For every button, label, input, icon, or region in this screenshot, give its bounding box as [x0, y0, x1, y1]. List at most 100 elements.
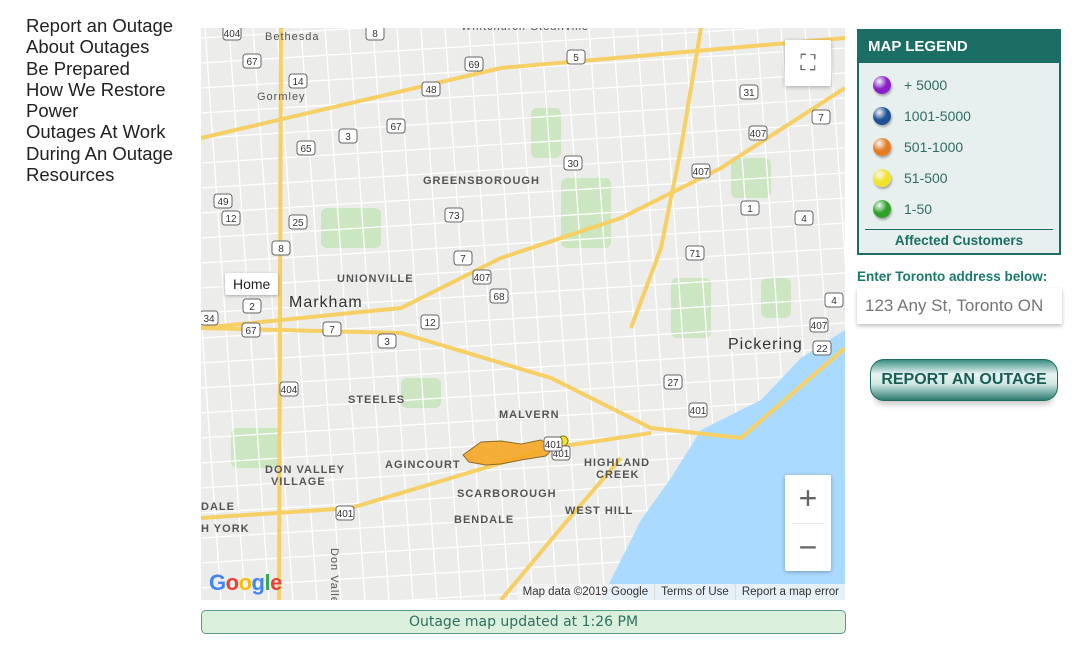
legend-title: MAP LEGEND — [859, 31, 1059, 63]
street — [201, 247, 845, 289]
place-label: Whitchurch-Stouffville — [461, 28, 589, 33]
map-data-text: Map data ©2019 Google — [522, 586, 649, 598]
highway-shield-label: 407 — [474, 273, 491, 284]
nav-during-an-outage[interactable]: During An Outage — [26, 143, 176, 164]
fullscreen-button[interactable]: ⛶ — [785, 40, 831, 86]
highway-shield-label: 67 — [390, 122, 402, 133]
legend-item: 1001-5000 — [859, 100, 1059, 131]
report-outage-button[interactable]: REPORT AN OUTAGE — [870, 359, 1058, 401]
purple-dot-icon — [873, 75, 891, 94]
highway-shield-label: 401 — [337, 509, 354, 520]
street — [372, 28, 414, 600]
legend-label: 51-500 — [904, 169, 948, 186]
highway-shield-label: 31 — [743, 88, 755, 99]
nav-be-prepared[interactable]: Be Prepared — [26, 58, 176, 79]
highway-shield-label: 7 — [818, 113, 824, 124]
highway-shield-label: 8 — [278, 244, 284, 255]
nav-resources[interactable]: Resources — [26, 164, 176, 185]
nav-how-we-restore-power[interactable]: How We Restore Power — [26, 79, 176, 122]
legend-item: + 5000 — [859, 69, 1059, 100]
highway-shield-label: 407 — [693, 167, 710, 178]
highway-shield-label: 67 — [246, 57, 258, 68]
terms-of-use-link[interactable]: Terms of Use — [654, 584, 735, 600]
place-label: HIGHLAND — [584, 457, 650, 469]
outage-map[interactable]: 404 67 8 69 5 14 48 31 67 3 65 407 7 30 407 49 12 25 73 8 7 4… — [201, 28, 845, 600]
nav-report-outage[interactable]: Report an Outage — [26, 15, 176, 36]
highway-shield-label: 27 — [667, 378, 679, 389]
place-label: DALE — [201, 501, 235, 513]
highway-shield-label: 7 — [460, 254, 466, 265]
place-label: WEST HILL — [565, 505, 633, 517]
highway-shield-label: 4 — [831, 296, 837, 307]
legend-label: 1-50 — [904, 200, 933, 217]
highway-shield-label: 3 — [384, 337, 390, 348]
legend-footer: Affected Customers — [865, 229, 1053, 248]
street — [396, 28, 438, 600]
address-label: Enter Toronto address below: — [857, 269, 1048, 284]
place-label: CREEK — [596, 469, 640, 481]
place-label: H YORK — [201, 523, 250, 535]
nav-outages-at-work[interactable]: Outages At Work — [26, 121, 176, 142]
place-label: Bethesda — [265, 31, 319, 43]
legend-label: 501-1000 — [904, 138, 964, 155]
street — [201, 97, 845, 139]
highway-shield-label: 4 — [801, 214, 807, 225]
place-label: Pickering — [728, 336, 803, 353]
place-label: DON VALLEY — [265, 464, 345, 476]
place-label: MALVERN — [499, 409, 560, 421]
orange-dot-icon — [873, 137, 891, 156]
highway-shield-label: 49 — [217, 197, 229, 208]
highway-shield-label: 1 — [747, 204, 753, 215]
map-canvas[interactable]: 4046786951448 31673654077304074912 2573874… — [201, 28, 845, 600]
legend-label: + 5000 — [904, 76, 948, 93]
sidebar-nav: Report an Outage About Outages Be Prepar… — [26, 15, 176, 185]
highway-shield-label: 407 — [750, 129, 767, 140]
zoom-out-button[interactable]: − — [785, 524, 831, 572]
yellow-dot-icon — [873, 168, 891, 187]
highway-shield-label: 22 — [816, 344, 828, 355]
highway-shield-label: 401 — [690, 406, 707, 417]
place-label: UNIONVILLE — [337, 273, 414, 285]
highway-shield-label: 68 — [493, 292, 505, 303]
nav-about-outages[interactable]: About Outages — [26, 36, 176, 57]
highway-shield-label: 12 — [225, 214, 237, 225]
report-map-error-link[interactable]: Report a map error — [734, 584, 845, 600]
highway-shield-label: 69 — [468, 60, 480, 71]
green-dot-icon — [873, 199, 891, 218]
highway-shield-label: 8 — [372, 29, 378, 40]
highway-shield-label: 65 — [300, 144, 312, 155]
highway-shield-label: 2 — [249, 302, 255, 313]
highway-shield-label: 7 — [329, 325, 335, 336]
map-updated-status: Outage map updated at 1:26 PM — [201, 610, 846, 634]
legend-item: 501-1000 — [859, 131, 1059, 162]
highway-shield-label: 71 — [689, 249, 701, 260]
map-legend: MAP LEGEND + 5000 1001-5000 501-1000 51-… — [857, 29, 1061, 255]
highway-shield-label: 404 — [224, 29, 241, 40]
highway-shield-label: 25 — [292, 218, 304, 229]
place-label: VILLAGE — [271, 476, 326, 488]
highway-shield-label: 3 — [345, 132, 351, 143]
legend-item: 1-50 — [859, 193, 1059, 224]
address-input[interactable] — [857, 288, 1062, 324]
highway-shield-label: 73 — [448, 211, 460, 222]
google-logo[interactable]: Google — [209, 570, 282, 596]
place-label: Gormley — [257, 91, 306, 103]
highway-shield-label: 48 — [425, 85, 437, 96]
zoom-in-button[interactable]: + — [785, 475, 831, 523]
place-label: SCARBOROUGH — [457, 488, 557, 500]
place-label: GREENSBOROUGH — [423, 175, 540, 187]
highway-shield-label: 12 — [424, 318, 436, 329]
place-label: BENDALE — [454, 514, 514, 526]
place-label: Markham — [289, 294, 363, 311]
outage-area — [462, 439, 554, 466]
highway-shield-label: 34 — [203, 314, 215, 325]
legend-item: 51-500 — [859, 162, 1059, 193]
fullscreen-icon: ⛶ — [800, 50, 816, 75]
highway-shield-label: 14 — [292, 77, 304, 88]
highway-shield-label: 401 — [545, 440, 562, 451]
map-attribution: Map data ©2019 Google Terms of Use Repor… — [516, 584, 845, 600]
highway-shield-label: 5 — [573, 53, 579, 64]
home-tooltip: Home — [225, 273, 279, 295]
blue-dot-icon — [873, 106, 891, 125]
highway-shield-label: 30 — [567, 159, 579, 170]
